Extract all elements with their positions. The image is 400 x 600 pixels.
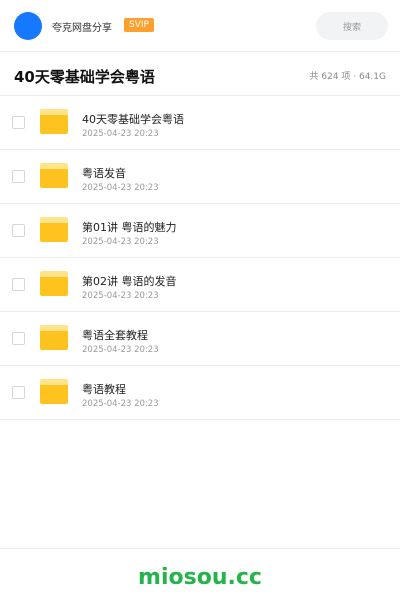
item-name[interactable]: 粤语发音 bbox=[82, 165, 126, 181]
avatar[interactable] bbox=[14, 12, 42, 40]
checkbox-icon[interactable] bbox=[12, 116, 25, 129]
item-date: 2025-04-23 20:23 bbox=[82, 345, 159, 355]
checkbox-icon[interactable] bbox=[12, 224, 25, 237]
brand-watermark: miosou.cc bbox=[138, 565, 262, 590]
item-name[interactable]: 粤语教程 bbox=[82, 381, 126, 397]
folder-icon bbox=[40, 109, 68, 134]
item-date: 2025-04-23 20:23 bbox=[82, 237, 159, 247]
folder-icon bbox=[40, 271, 68, 296]
item-date: 2025-04-23 20:23 bbox=[82, 129, 159, 139]
list-item[interactable]: 粤语教程 2025-04-23 20:23 bbox=[0, 366, 400, 420]
checkbox-icon[interactable] bbox=[12, 386, 25, 399]
footer: miosou.cc bbox=[0, 548, 400, 600]
folder-icon bbox=[40, 379, 68, 404]
folder-icon bbox=[40, 325, 68, 350]
item-date: 2025-04-23 20:23 bbox=[82, 291, 159, 301]
item-date: 2025-04-23 20:23 bbox=[82, 183, 159, 193]
checkbox-icon[interactable] bbox=[12, 332, 25, 345]
checkbox-icon[interactable] bbox=[12, 170, 25, 183]
item-name[interactable]: 第02讲 粤语的发音 bbox=[82, 273, 177, 289]
item-name[interactable]: 粤语全套教程 bbox=[82, 327, 148, 343]
list-item[interactable]: 第01讲 粤语的魅力 2025-04-23 20:23 bbox=[0, 204, 400, 258]
list-item[interactable]: 40天零基础学会粤语 2025-04-23 20:23 bbox=[0, 96, 400, 150]
search-input[interactable]: 搜索 bbox=[316, 12, 388, 40]
list-item[interactable]: 粤语发音 2025-04-23 20:23 bbox=[0, 150, 400, 204]
page-title: 40天零基础学会粤语 bbox=[14, 68, 155, 86]
list-item[interactable]: 第02讲 粤语的发音 2025-04-23 20:23 bbox=[0, 258, 400, 312]
item-name[interactable]: 第01讲 粤语的魅力 bbox=[82, 219, 177, 235]
item-summary: 共 624 项 · 64.1G bbox=[309, 72, 387, 82]
checkbox-icon[interactable] bbox=[12, 278, 25, 291]
svip-badge: SVIP bbox=[124, 18, 154, 32]
title-bar: 40天零基础学会粤语 共 624 项 · 64.1G bbox=[0, 52, 400, 96]
item-date: 2025-04-23 20:23 bbox=[82, 399, 159, 409]
app-name: 夸克网盘分享 bbox=[52, 23, 112, 34]
list-item[interactable]: 粤语全套教程 2025-04-23 20:23 bbox=[0, 312, 400, 366]
top-header: 夸克网盘分享 SVIP 搜索 bbox=[0, 0, 400, 52]
folder-icon bbox=[40, 163, 68, 188]
file-list: 40天零基础学会粤语 2025-04-23 20:23 粤语发音 2025-04… bbox=[0, 96, 400, 420]
folder-icon bbox=[40, 217, 68, 242]
item-name[interactable]: 40天零基础学会粤语 bbox=[82, 111, 184, 127]
